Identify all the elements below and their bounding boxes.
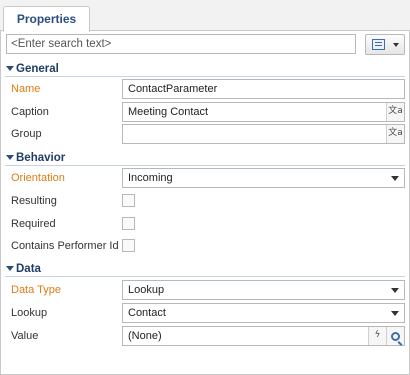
search-input[interactable]: <Enter search text>: [6, 34, 356, 54]
orientation-label: Orientation: [11, 172, 65, 184]
section-data[interactable]: Data: [5, 262, 405, 277]
resulting-checkbox[interactable]: [122, 194, 135, 207]
contains-performer-label: Contains Performer Id: [11, 240, 119, 252]
view-menu-button[interactable]: [365, 34, 405, 55]
lightning-icon[interactable]: ϟ: [368, 327, 386, 345]
tab-bar: Properties: [0, 0, 410, 32]
section-title: General: [16, 63, 59, 75]
chevron-down-icon: [391, 311, 399, 316]
section-title: Behavior: [16, 152, 66, 164]
required-checkbox[interactable]: [122, 217, 135, 230]
group-field[interactable]: 文a: [122, 124, 405, 144]
chevron-down-icon: [393, 43, 399, 47]
name-value: ContactParameter: [128, 83, 218, 95]
section-general[interactable]: General: [5, 62, 405, 77]
lookup-select[interactable]: Contact: [122, 303, 405, 323]
section-behavior[interactable]: Behavior: [5, 151, 405, 166]
properties-panel: <Enter search text> General Name Contact…: [0, 31, 410, 375]
contains-performer-checkbox[interactable]: [122, 239, 135, 252]
list-view-icon: [372, 39, 385, 50]
localize-icon[interactable]: 文a: [386, 125, 404, 143]
name-field[interactable]: ContactParameter: [122, 79, 405, 99]
orientation-value: Incoming: [128, 172, 173, 184]
triangle-down-icon: [6, 155, 14, 160]
value-label: Value: [11, 330, 39, 342]
search-icon: [391, 332, 400, 341]
tab-properties[interactable]: Properties: [3, 6, 90, 32]
group-label: Group: [11, 128, 42, 140]
search-lookup-button[interactable]: [386, 327, 404, 345]
name-label: Name: [11, 83, 41, 95]
value-field[interactable]: (None) ϟ: [122, 326, 405, 346]
triangle-down-icon: [6, 266, 14, 271]
lookup-label: Lookup: [11, 307, 48, 319]
caption-label: Caption: [11, 106, 49, 118]
value-value: (None): [128, 330, 162, 342]
localize-icon[interactable]: 文a: [386, 103, 404, 121]
lookup-value: Contact: [128, 307, 166, 319]
data-type-select[interactable]: Lookup: [122, 280, 405, 300]
required-label: Required: [11, 218, 56, 230]
caption-field[interactable]: Meeting Contact 文a: [122, 102, 405, 122]
triangle-down-icon: [6, 66, 14, 71]
data-type-label: Data Type: [11, 284, 61, 296]
resulting-label: Resulting: [11, 195, 57, 207]
orientation-select[interactable]: Incoming: [122, 168, 405, 188]
chevron-down-icon: [391, 176, 399, 181]
data-type-value: Lookup: [128, 284, 165, 296]
section-title: Data: [16, 263, 41, 275]
caption-value: Meeting Contact: [128, 106, 209, 118]
chevron-down-icon: [391, 288, 399, 293]
